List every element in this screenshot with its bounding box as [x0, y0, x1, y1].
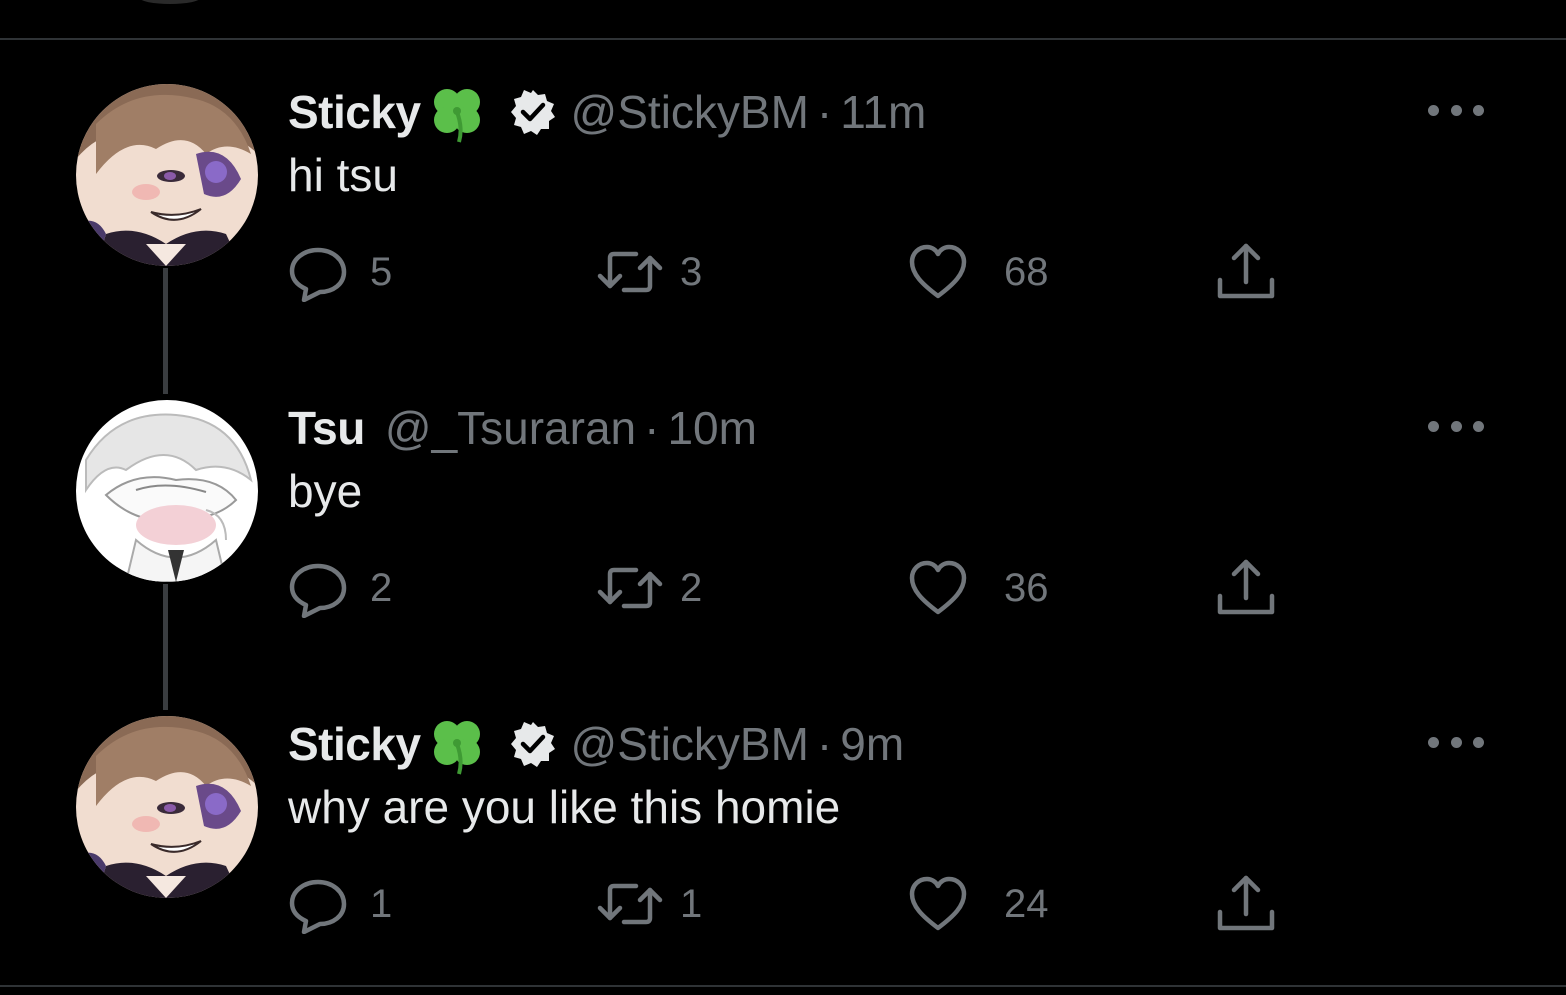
share-icon — [1217, 559, 1275, 615]
share-icon — [1217, 875, 1275, 931]
reply-count: 2 — [370, 565, 393, 610]
like-button[interactable]: 36 — [908, 558, 1049, 618]
more-options-icon[interactable] — [1428, 414, 1484, 438]
like-count: 36 — [1004, 565, 1049, 610]
reply-icon — [289, 247, 347, 302]
share-button[interactable] — [1214, 242, 1278, 302]
reply-button[interactable]: 5 — [288, 242, 392, 302]
share-button[interactable] — [1214, 558, 1278, 618]
separator-dot: · — [816, 86, 833, 138]
separator-dot: · — [644, 402, 660, 454]
previous-item-edge — [140, 0, 200, 4]
retweet-button[interactable]: 1 — [594, 874, 702, 934]
timestamp[interactable]: 10m — [667, 401, 756, 455]
four-leaf-clover-icon — [425, 80, 489, 144]
username-handle[interactable]: @StickyBM — [571, 717, 809, 771]
username-handle[interactable]: @StickyBM — [571, 85, 809, 139]
username-handle[interactable]: @_Tsuraran — [385, 401, 636, 455]
tweet-text: bye — [288, 465, 363, 517]
display-name[interactable]: Tsu — [288, 401, 365, 455]
avatar[interactable] — [76, 400, 258, 582]
reply-button[interactable]: 1 — [288, 874, 392, 934]
reply-button[interactable]: 2 — [288, 558, 392, 618]
tweet[interactable]: Sticky @StickyBM · 11m hi tsu 5 3 68 — [0, 84, 1566, 384]
sticky-avatar-image — [76, 84, 258, 266]
retweet-count: 2 — [680, 565, 703, 610]
reply-count: 5 — [370, 249, 393, 294]
sticky-avatar-image — [76, 716, 258, 898]
tweet[interactable]: Tsu @_Tsuraran · 10m bye 2 2 36 — [0, 400, 1566, 700]
share-icon — [1217, 243, 1275, 299]
tweet-header: Tsu @_Tsuraran · 10m — [288, 400, 757, 456]
tweet-thread: Sticky @StickyBM · 11m hi tsu 5 3 68 Tsu… — [0, 0, 1566, 995]
heart-icon — [909, 244, 967, 299]
avatar[interactable] — [76, 716, 258, 898]
tweet[interactable]: Sticky @StickyBM · 9m why are you like t… — [0, 716, 1566, 995]
reply-icon — [289, 879, 347, 934]
heart-icon — [909, 560, 967, 615]
retweet-count: 3 — [680, 249, 703, 294]
avatar[interactable] — [76, 84, 258, 266]
timestamp[interactable]: 11m — [840, 85, 926, 139]
display-name[interactable]: Sticky — [288, 85, 421, 139]
separator-dot: · — [816, 718, 833, 770]
tweet-text: hi tsu — [288, 149, 398, 201]
like-count: 68 — [1004, 249, 1049, 294]
verified-badge-icon — [509, 88, 557, 136]
retweet-count: 1 — [680, 881, 703, 926]
display-name[interactable]: Sticky — [288, 717, 421, 771]
bottom-divider — [0, 985, 1566, 987]
tsu-avatar-image — [76, 400, 258, 582]
like-button[interactable]: 68 — [908, 242, 1049, 302]
more-options-icon[interactable] — [1428, 98, 1484, 122]
heart-icon — [909, 876, 967, 931]
retweet-icon — [597, 883, 663, 925]
timestamp[interactable]: 9m — [840, 717, 904, 771]
reply-icon — [289, 563, 347, 618]
retweet-button[interactable]: 2 — [594, 558, 702, 618]
like-button[interactable]: 24 — [908, 874, 1049, 934]
reply-count: 1 — [370, 881, 393, 926]
tweet-header: Sticky @StickyBM · 11m — [288, 84, 926, 143]
tweet-text: why are you like this homie — [288, 781, 841, 833]
top-divider — [0, 38, 1566, 40]
like-count: 24 — [1004, 881, 1049, 926]
retweet-icon — [597, 251, 663, 293]
more-options-icon[interactable] — [1428, 730, 1484, 754]
verified-badge-icon — [509, 720, 557, 768]
tweet-header: Sticky @StickyBM · 9m — [288, 716, 904, 775]
retweet-icon — [597, 567, 663, 609]
four-leaf-clover-icon — [425, 712, 489, 776]
share-button[interactable] — [1214, 874, 1278, 934]
retweet-button[interactable]: 3 — [594, 242, 702, 302]
